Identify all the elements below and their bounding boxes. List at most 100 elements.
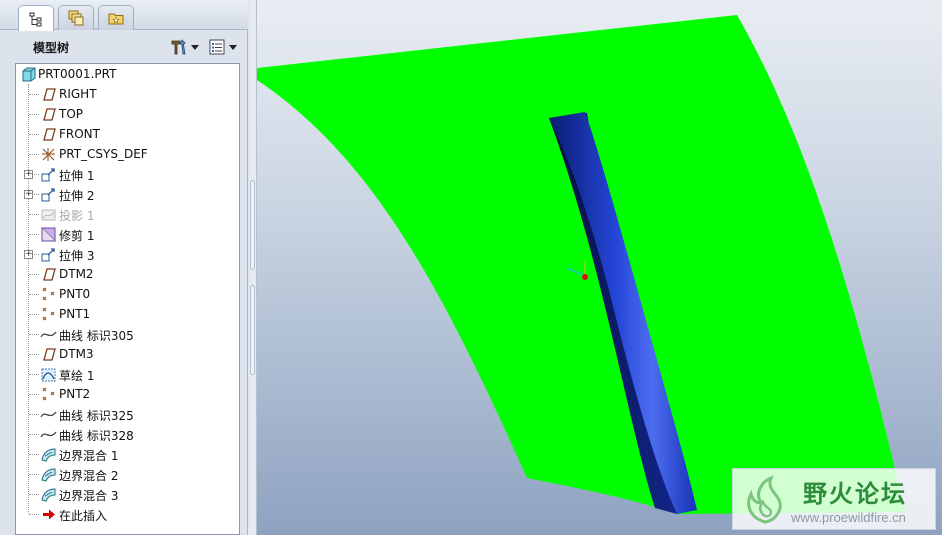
tree-connector-line: [29, 134, 39, 135]
datum-plane-icon: [43, 268, 56, 281]
expand-toggle-icon[interactable]: +: [24, 250, 33, 259]
tree-item[interactable]: DTM2: [16, 264, 239, 284]
navigator-tab-bar: [0, 0, 248, 31]
layers-icon: [68, 10, 84, 26]
layers-tab[interactable]: [58, 5, 94, 30]
tree-item-label: 曲线 标识328: [59, 429, 134, 443]
tree-item[interactable]: PNT2: [16, 384, 239, 404]
tree-item-label: PNT0: [59, 287, 91, 301]
model-tree-title: 模型树: [33, 41, 70, 55]
tree-item-label: PNT1: [59, 307, 91, 321]
tree-connector-line: [29, 334, 39, 335]
tree-item-label: 在此插入: [59, 509, 108, 523]
tree-connector-line: [29, 274, 39, 275]
tree-item[interactable]: RIGHT: [16, 84, 239, 104]
chevron-down-icon: [191, 44, 199, 50]
tree-connector-line: [29, 434, 39, 435]
model-graphics[interactable]: [257, 0, 942, 535]
tree-item-label: FRONT: [59, 127, 100, 141]
tree-settings-button[interactable]: [170, 37, 199, 57]
tree-item[interactable]: + 拉伸 2: [16, 184, 239, 204]
tree-item[interactable]: + 拉伸 1: [16, 164, 239, 184]
tree-item[interactable]: 边界混合 1: [16, 444, 239, 464]
watermark: 野火论坛 www.proewildfire.cn: [732, 468, 936, 530]
tree-item-label: PRT0001.PRT: [38, 67, 117, 81]
tree-item[interactable]: 在此插入: [16, 504, 239, 524]
expand-toggle-icon[interactable]: +: [24, 190, 33, 199]
tree-item[interactable]: 曲线 标识328: [16, 424, 239, 444]
tree-item-label: 拉伸 1: [59, 169, 95, 183]
list-icon: [209, 39, 225, 55]
model-tree[interactable]: PRT0001.PRT RIGHT TOP FRONT PRT_CSYS_DEF + 拉伸 …: [15, 63, 240, 535]
splitter-grip[interactable]: [250, 180, 255, 270]
watermark-url: www.proewildfire.cn: [791, 510, 906, 525]
tree-item[interactable]: PNT1: [16, 304, 239, 324]
curve-icon: [40, 411, 57, 418]
navigator-panel: 模型树 PRT0001.PRT RIGHT TOP FRONT PRT_CSYS_DEF…: [0, 0, 248, 535]
tree-show-button[interactable]: [208, 37, 237, 57]
tree-connector-line: [29, 314, 39, 315]
model-tree-tab[interactable]: [18, 5, 54, 31]
boundary-blend-icon: [41, 448, 56, 462]
folder-tab[interactable]: [98, 5, 134, 30]
csys-icon: [42, 148, 55, 161]
tree-item[interactable]: TOP: [16, 104, 239, 124]
tree-item[interactable]: 投影 1: [16, 204, 239, 224]
tree-item-label: 拉伸 3: [59, 249, 95, 263]
datum-plane-icon: [43, 88, 56, 101]
tree-item-label: PNT2: [59, 387, 91, 401]
tree-item[interactable]: + 拉伸 3: [16, 244, 239, 264]
tree-connector-line: [29, 454, 39, 455]
model-tree-header: 模型树: [0, 31, 248, 61]
tree-item[interactable]: 边界混合 3: [16, 484, 239, 504]
tree-item[interactable]: 草绘 1: [16, 364, 239, 384]
tree-item[interactable]: DTM3: [16, 344, 239, 364]
tree-connector-line: [29, 214, 39, 215]
tree-connector-line: [29, 234, 39, 235]
tree-root-item[interactable]: PRT0001.PRT: [16, 64, 239, 84]
tree-item-label: 曲线 标识325: [59, 409, 134, 423]
tree-icon: [29, 12, 42, 26]
tree-item[interactable]: PRT_CSYS_DEF: [16, 144, 239, 164]
surface-sheet[interactable]: [257, 15, 905, 514]
datum-point-icon: [42, 287, 55, 301]
splitter-grip[interactable]: [250, 285, 255, 375]
extrude-icon: [41, 168, 55, 182]
tree-connector-line: [29, 514, 39, 515]
tree-connector-line: [29, 474, 39, 475]
curve-icon: [40, 431, 57, 438]
datum-point-icon: [42, 387, 55, 401]
tree-item[interactable]: PNT0: [16, 284, 239, 304]
tree-item-label: TOP: [59, 107, 84, 121]
tree-item-label: RIGHT: [59, 87, 97, 101]
tree-connector-line: [29, 114, 39, 115]
folder-star-icon: [108, 13, 124, 25]
curve-icon: [40, 331, 57, 338]
tree-connector-line: [29, 494, 39, 495]
part-icon: [22, 67, 36, 82]
tree-item[interactable]: 曲线 标识325: [16, 404, 239, 424]
tree-item-label: DTM3: [59, 347, 94, 361]
panel-splitter[interactable]: [249, 0, 257, 535]
tree-item-label: 拉伸 2: [59, 189, 95, 203]
datum-plane-icon: [43, 128, 56, 141]
datum-plane-icon: [43, 348, 56, 361]
tree-item-label: 边界混合 2: [59, 469, 119, 483]
tree-item-label: 边界混合 3: [59, 489, 119, 503]
tree-connector-line: [29, 354, 39, 355]
graphics-viewport[interactable]: [257, 0, 942, 535]
boundary-blend-icon: [41, 468, 56, 482]
tree-item-label: 草绘 1: [59, 369, 95, 383]
datum-point-icon: [42, 307, 55, 321]
tree-item[interactable]: 修剪 1: [16, 224, 239, 244]
tree-item[interactable]: 曲线 标识305: [16, 324, 239, 344]
tree-item-label: 修剪 1: [59, 229, 95, 243]
tree-item-label: PRT_CSYS_DEF: [59, 147, 148, 161]
expand-toggle-icon[interactable]: +: [24, 170, 33, 179]
sketch-icon: [41, 368, 56, 382]
tree-connector-line: [29, 394, 39, 395]
extrude-icon: [41, 248, 55, 262]
tree-item[interactable]: FRONT: [16, 124, 239, 144]
tree-item[interactable]: 边界混合 2: [16, 464, 239, 484]
tree-connector-line: [29, 294, 39, 295]
